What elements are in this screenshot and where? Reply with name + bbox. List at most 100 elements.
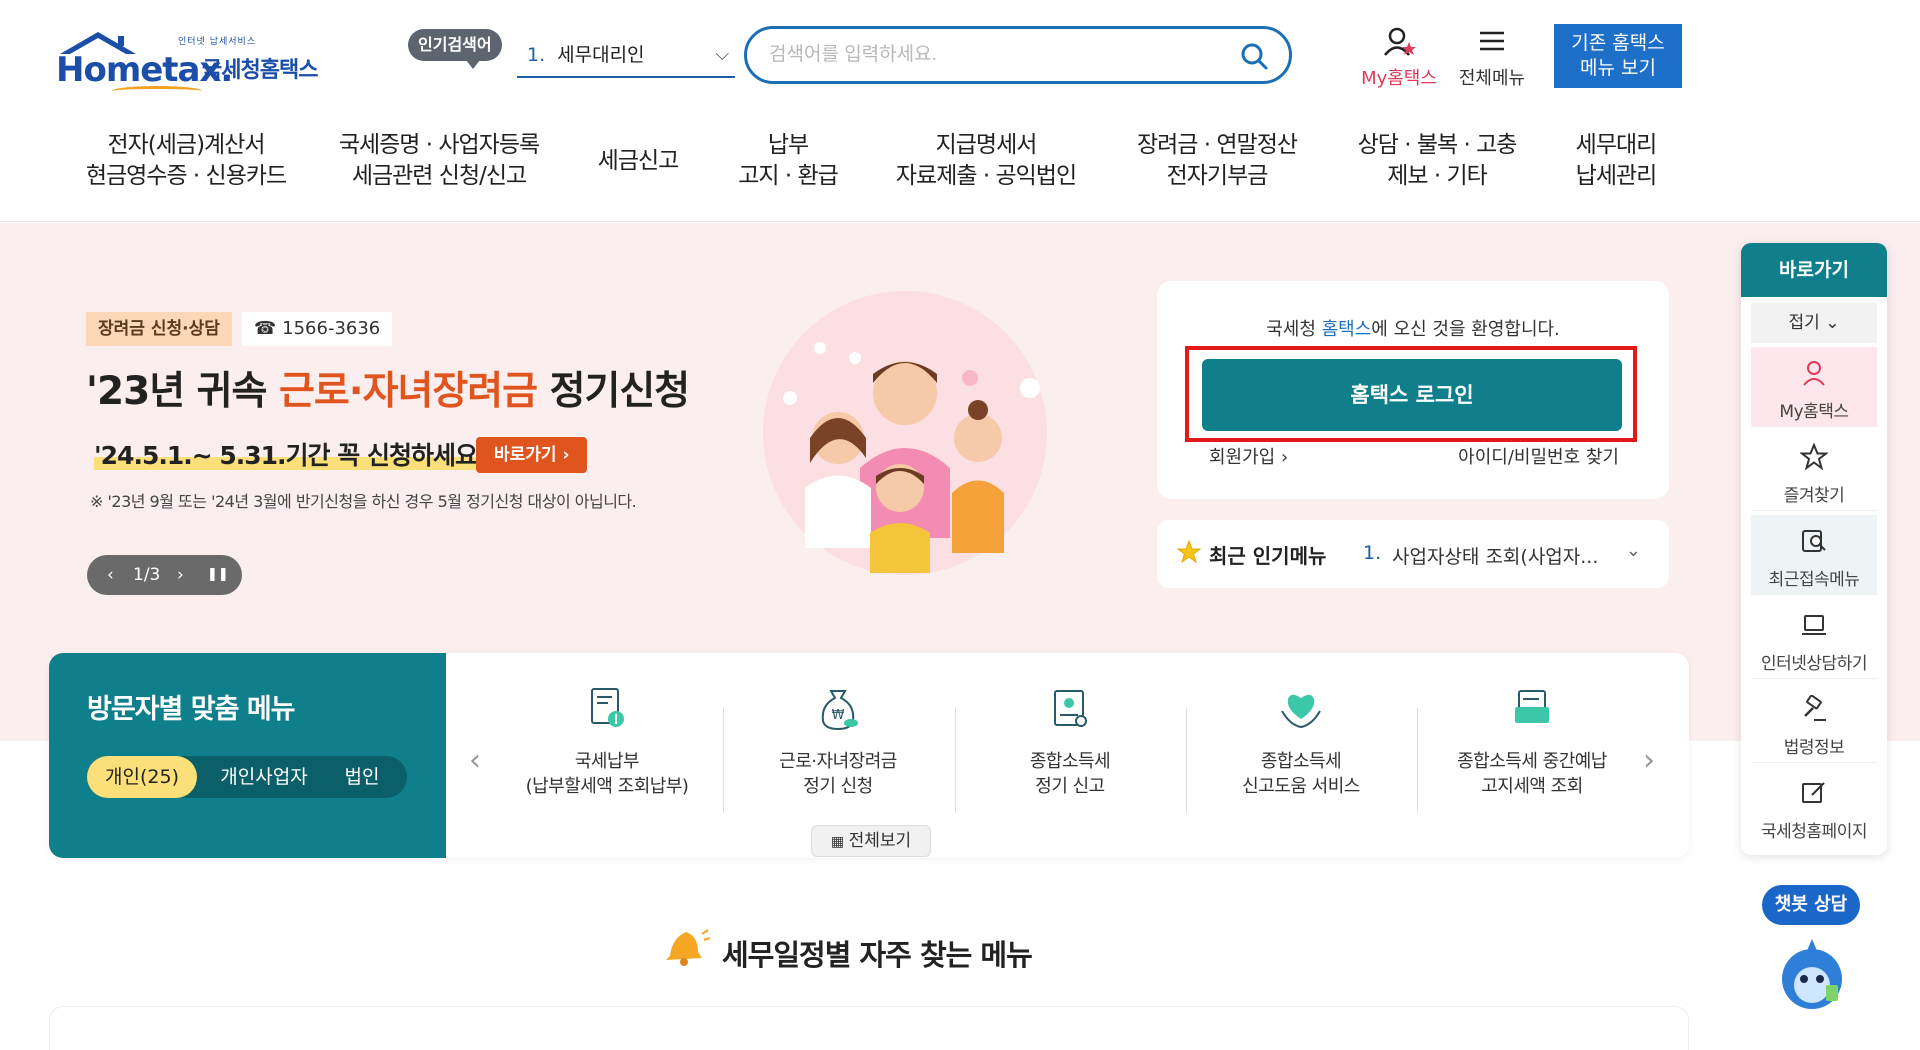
logo-swoosh [112, 86, 202, 96]
hero-title: '23년 귀속 근로·자녀장려금 정기신청 [86, 360, 691, 416]
gavel-icon [1804, 694, 1826, 721]
visitor-card-label: 종합소득세 중간예납 고지세액 조회 [1457, 751, 1607, 797]
document-pen-icon [1054, 690, 1087, 727]
gnb-item-tax-return[interactable]: 세금신고 [588, 146, 688, 177]
pager-pause-button[interactable]: ❚❚ [207, 555, 229, 595]
chatbot-button[interactable]: 챗봇 상담 [1762, 885, 1860, 925]
all-menu-label: 전체메뉴 [1458, 68, 1526, 89]
svg-text:₩: ₩ [832, 708, 845, 723]
heart-hands-icon [1281, 694, 1321, 729]
star-outline-icon [1799, 442, 1829, 471]
visitor-card-label: 종합소득세 신고도움 서비스 [1242, 751, 1360, 797]
user-icon [1384, 27, 1416, 56]
hero-tag-phone: ☎ 1566-3636 [242, 312, 393, 346]
gnb-item-tax-agent[interactable]: 세무대리 납세관리 [1564, 130, 1668, 192]
visitor-tabs: 개인(25) 개인사업자 법인 [87, 756, 407, 798]
hero-subtitle-text: '24.5.1.~ 5.31.기간 꼭 신청하세요! [94, 441, 488, 470]
chatbot-mascot-icon[interactable] [1772, 935, 1852, 1015]
schedule-menu-card [49, 1006, 1689, 1050]
popular-search-badge: 인기검색어 [408, 29, 502, 69]
welcome-hometax-link[interactable]: 홈택스 [1322, 319, 1372, 340]
quick-item-myhometax[interactable]: My홈택스 [1751, 347, 1877, 427]
visitor-prev-arrow[interactable]: ‹ [469, 743, 481, 778]
visitor-card-filing-help[interactable]: 종합소득세 신고도움 서비스 [1186, 683, 1416, 823]
family-illustration [763, 291, 1047, 575]
grid-icon: ▦ [830, 834, 849, 850]
money-bag-icon: ₩ [821, 690, 858, 731]
welcome-suffix: 에 오신 것을 환영합니다. [1371, 319, 1560, 340]
hero-title-suffix: 정기신청 [537, 369, 691, 414]
quick-item-nts-homepage[interactable]: 국세청홈페이지 [1751, 767, 1877, 847]
welcome-prefix: 국세청 [1266, 319, 1322, 340]
signup-link[interactable]: 회원가입 › [1209, 443, 1288, 469]
logo-tagline: 인터넷 납세서비스 [178, 37, 257, 47]
visitor-card-incentive[interactable]: ₩ 근로·자녀장려금 정기 신청 [723, 683, 953, 823]
popular-search-term: 세무대리인 [557, 44, 645, 66]
gnb-item-payment-statement[interactable]: 지급명세서 자료제출 · 공익법인 [890, 130, 1082, 192]
popular-search-select[interactable]: 1. 세무대리인 ⌵ [517, 38, 735, 78]
myhometax-button[interactable]: My홈택스 [1344, 26, 1454, 89]
gnb-item-incentive[interactable]: 장려금 · 연말정산 전자기부금 [1124, 130, 1310, 192]
user-icon [1803, 361, 1825, 386]
search-icon[interactable] [1239, 41, 1269, 71]
gnb-item-consulting[interactable]: 상담 · 불복 · 고충 제보 · 기타 [1344, 130, 1530, 192]
tab-individual-business[interactable]: 개인사업자 [209, 756, 319, 798]
laptop-icon [1802, 615, 1826, 635]
quick-item-law-info[interactable]: 법령정보 [1751, 683, 1877, 763]
hero-subtitle: '24.5.1.~ 5.31.기간 꼭 신청하세요! [94, 436, 488, 472]
quick-item-label: 최근접속메뉴 [1768, 570, 1860, 590]
gnb-item-e-invoice[interactable]: 전자(세금)계산서 현금영수증 · 신용카드 [78, 130, 294, 192]
login-panel: 국세청 홈택스에 오신 것을 환영합니다. 홈택스 로그인 회원가입 › 아이디… [1157, 281, 1669, 499]
quick-item-label: 인터넷상담하기 [1761, 654, 1867, 674]
bell-icon [666, 929, 711, 966]
find-id-password-link[interactable]: 아이디/비밀번호 찾기 [1458, 443, 1619, 469]
star-icon [1177, 540, 1201, 564]
printer-document-icon [1515, 690, 1549, 723]
quick-item-favorites[interactable]: 즐겨찾기 [1751, 431, 1877, 511]
hero-title-highlight: 근로·자녀장려금 [279, 369, 538, 414]
chevron-down-icon[interactable]: ⌄ [1626, 540, 1641, 561]
gnb-item-tax-certificate[interactable]: 국세증명 · 사업자등록 세금관련 신청/신고 [330, 130, 548, 192]
chevron-down-icon: ⌵ [715, 44, 729, 65]
visitor-menu-title: 방문자별 맞춤 메뉴 [87, 694, 296, 725]
quick-item-label: 법령정보 [1783, 738, 1845, 758]
visitor-card-label: 근로·자녀장려금 정기 신청 [779, 751, 897, 797]
tab-individual[interactable]: 개인(25) [87, 756, 197, 798]
popular-menu-rank: 1. [1363, 542, 1382, 564]
myhometax-label: My홈택스 [1361, 68, 1437, 89]
view-all-label: 전체보기 [848, 831, 912, 851]
schedule-section-title: 세무일정별 자주 찾는 메뉴 [722, 938, 1033, 972]
edit-document-icon [1802, 782, 1825, 803]
quick-item-label: My홈택스 [1779, 402, 1849, 422]
gnb-item-payment[interactable]: 납부 고지 · 환급 [728, 130, 848, 192]
view-all-button[interactable]: ▦ 전체보기 [811, 825, 931, 857]
visitor-card-income-tax-return[interactable]: 종합소득세 정기 신고 [955, 683, 1185, 823]
pager-prev-button[interactable]: ‹ [107, 555, 114, 595]
quick-item-online-consult[interactable]: 인터넷상담하기 [1751, 599, 1877, 679]
visitor-next-arrow[interactable]: › [1643, 743, 1655, 778]
visitor-card-interim-prepayment[interactable]: 종합소득세 중간예납 고지세액 조회 [1417, 683, 1647, 823]
hometax-logo[interactable]: 인터넷 납세서비스 Hometax. 국세청홈택스 [52, 26, 332, 96]
visitor-card-tax-payment[interactable]: 국세납부 (납부할세액 조회납부) [492, 683, 722, 823]
visitor-card-label: 국세납부 (납부할세액 조회납부) [525, 751, 689, 797]
recent-popular-menu[interactable]: 최근 인기메뉴 1. 사업자상태 조회(사업자... ⌄ [1157, 520, 1669, 588]
quick-item-label: 국세청홈페이지 [1761, 822, 1867, 842]
popular-menu-value: 사업자상태 조회(사업자... [1392, 546, 1599, 568]
quick-item-recent-menu[interactable]: 최근접속메뉴 [1751, 515, 1877, 595]
old-hometax-menu-button[interactable]: 기존 홈택스 메뉴 보기 [1554, 24, 1682, 88]
visitor-card-label: 종합소득세 정기 신고 [1029, 751, 1111, 797]
tab-corporation[interactable]: 법인 [327, 756, 397, 798]
quick-links-fold-button[interactable]: 접기 ⌄ [1751, 303, 1877, 343]
search-input[interactable] [769, 39, 1209, 71]
hero-go-button[interactable]: 바로가기 › [476, 437, 588, 473]
tax-payment-document-icon [591, 688, 624, 727]
quick-links-title: 바로가기 [1741, 243, 1887, 297]
all-menu-button[interactable]: 전체메뉴 [1452, 26, 1532, 89]
hometax-login-button[interactable]: 홈택스 로그인 [1202, 359, 1622, 431]
recent-search-icon [1802, 530, 1826, 552]
hero-title-prefix: '23년 귀속 [86, 369, 280, 414]
popular-menu-title: 최근 인기메뉴 [1209, 544, 1327, 568]
hero-tag-category: 장려금 신청·상담 [86, 312, 232, 346]
search-bar [744, 26, 1292, 84]
pager-next-button[interactable]: › [177, 555, 184, 595]
